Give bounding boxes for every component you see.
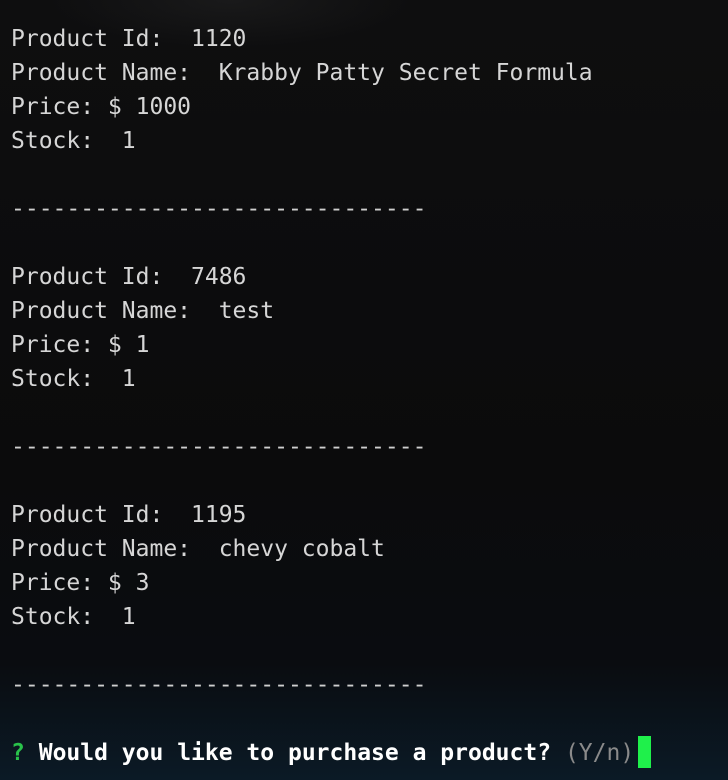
separator-line: ------------------------------ (11, 196, 427, 222)
product-name-line: Product Name: Krabby Patty Secret Formul… (11, 60, 593, 86)
text-cursor[interactable] (638, 735, 652, 768)
prompt-question-marker: ? (11, 740, 25, 766)
product-stock-line: Stock: 1 (11, 128, 136, 154)
prompt-question-text: Would you like to purchase a product? (38, 740, 552, 766)
product-name-line: Product Name: chevy cobalt (11, 536, 385, 562)
product-price-line: Price: $ 1000 (11, 94, 192, 120)
prompt-default-hint: (Y/n) (564, 740, 635, 766)
product-stock-line: Stock: 1 (11, 604, 136, 630)
separator-line: ------------------------------ (11, 434, 427, 460)
product-id-line: Product Id: 1120 (11, 26, 247, 52)
product-id-line: Product Id: 7486 (11, 264, 247, 290)
product-stock-line: Stock: 1 (11, 366, 136, 392)
separator-line: ------------------------------ (11, 672, 427, 698)
purchase-prompt[interactable]: ? Would you like to purchase a product? … (11, 735, 652, 770)
terminal-window[interactable]: Product Id: 1120 Product Name: Krabby Pa… (0, 0, 728, 780)
product-price-line: Price: $ 1 (11, 332, 150, 358)
product-price-line: Price: $ 3 (11, 570, 150, 596)
product-id-line: Product Id: 1195 (11, 502, 247, 528)
product-name-line: Product Name: test (11, 298, 275, 324)
